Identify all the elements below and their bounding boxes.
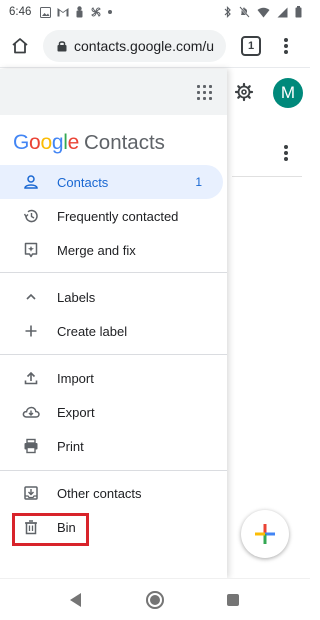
recents-button[interactable] — [227, 594, 239, 606]
archive-icon — [22, 484, 40, 502]
sidebar-item-label: Merge and fix — [57, 242, 136, 258]
status-bar: 6:46 — [0, 0, 310, 24]
pinwheel-icon — [91, 7, 102, 17]
android-icon — [76, 6, 83, 18]
create-label-button[interactable]: Create label — [0, 314, 223, 348]
page-divider — [232, 176, 302, 177]
back-button[interactable] — [70, 593, 81, 607]
sidebar-item-contacts[interactable]: Contacts 1 — [0, 165, 223, 199]
drawer-divider — [0, 354, 227, 355]
menu-dot — [284, 50, 288, 54]
wifi-icon — [257, 7, 270, 17]
create-contact-fab[interactable] — [241, 510, 289, 558]
highlight-annotation — [12, 513, 89, 546]
url-bar[interactable]: contacts.google.com/u — [43, 30, 226, 62]
image-icon — [40, 6, 52, 18]
signal-icon — [277, 7, 288, 17]
sidebar-item-label: Contacts — [57, 174, 109, 190]
browser-toolbar: contacts.google.com/u 1 — [0, 24, 310, 68]
labels-section-toggle[interactable]: Labels — [0, 280, 223, 314]
sidebar-item-label: Export — [57, 404, 95, 420]
menu-dot — [284, 44, 288, 48]
history-icon — [22, 207, 40, 225]
mute-icon — [239, 6, 250, 18]
settings-gear-icon[interactable] — [234, 82, 254, 102]
account-avatar[interactable]: M — [273, 78, 303, 108]
product-name: Contacts — [83, 131, 165, 154]
upload-icon — [22, 369, 40, 387]
app-logo[interactable]: Google Contacts — [13, 131, 165, 155]
google-wordmark: Google — [13, 131, 79, 154]
sidebar-item-print[interactable]: Print — [0, 429, 223, 463]
sidebar-item-merge-and-fix[interactable]: Merge and fix — [0, 233, 223, 267]
chevron-up-icon — [22, 288, 40, 306]
drawer-divider — [0, 470, 227, 471]
google-apps-icon[interactable] — [197, 85, 212, 100]
battery-icon — [295, 6, 302, 18]
sidebar-item-frequently-contacted[interactable]: Frequently contacted — [0, 199, 223, 233]
sidebar-item-label: Create label — [57, 323, 128, 339]
bluetooth-icon — [224, 6, 231, 18]
more-dot — [284, 151, 288, 155]
lock-icon — [57, 41, 67, 52]
sidebar-item-label: Print — [57, 438, 84, 454]
status-time: 6:46 — [9, 6, 32, 18]
more-options-button[interactable] — [284, 145, 288, 161]
drawer-divider — [0, 272, 227, 273]
sidebar-item-label: Labels — [57, 289, 96, 305]
menu-dot — [284, 38, 288, 42]
drawer-header — [0, 69, 227, 115]
sidebar-item-label: Import — [57, 370, 94, 386]
dot-icon — [108, 10, 113, 14]
browser-menu-button[interactable] — [278, 36, 294, 56]
merge-fix-icon — [22, 241, 40, 259]
home-button[interactable] — [0, 24, 40, 68]
page-background — [227, 69, 310, 578]
home-icon — [12, 38, 28, 54]
gmail-icon — [57, 8, 69, 17]
more-dot — [284, 157, 288, 161]
cloud-download-icon — [22, 403, 40, 421]
home-system-button[interactable] — [146, 591, 164, 609]
person-icon — [22, 173, 40, 191]
sidebar-item-import[interactable]: Import — [0, 361, 223, 395]
tab-switcher-button[interactable]: 1 — [241, 36, 261, 56]
sidebar-item-label: Other contacts — [57, 485, 142, 501]
system-navigation-bar — [0, 578, 310, 620]
plus-multicolor-icon — [255, 524, 275, 544]
plus-icon — [22, 322, 40, 340]
sidebar-item-label: Frequently contacted — [57, 208, 179, 224]
more-dot — [284, 145, 288, 149]
contacts-count: 1 — [195, 175, 202, 189]
sidebar-item-other-contacts[interactable]: Other contacts — [0, 476, 223, 510]
print-icon — [22, 437, 40, 455]
url-text: contacts.google.com/u — [74, 38, 215, 54]
sidebar-item-export[interactable]: Export — [0, 395, 223, 429]
